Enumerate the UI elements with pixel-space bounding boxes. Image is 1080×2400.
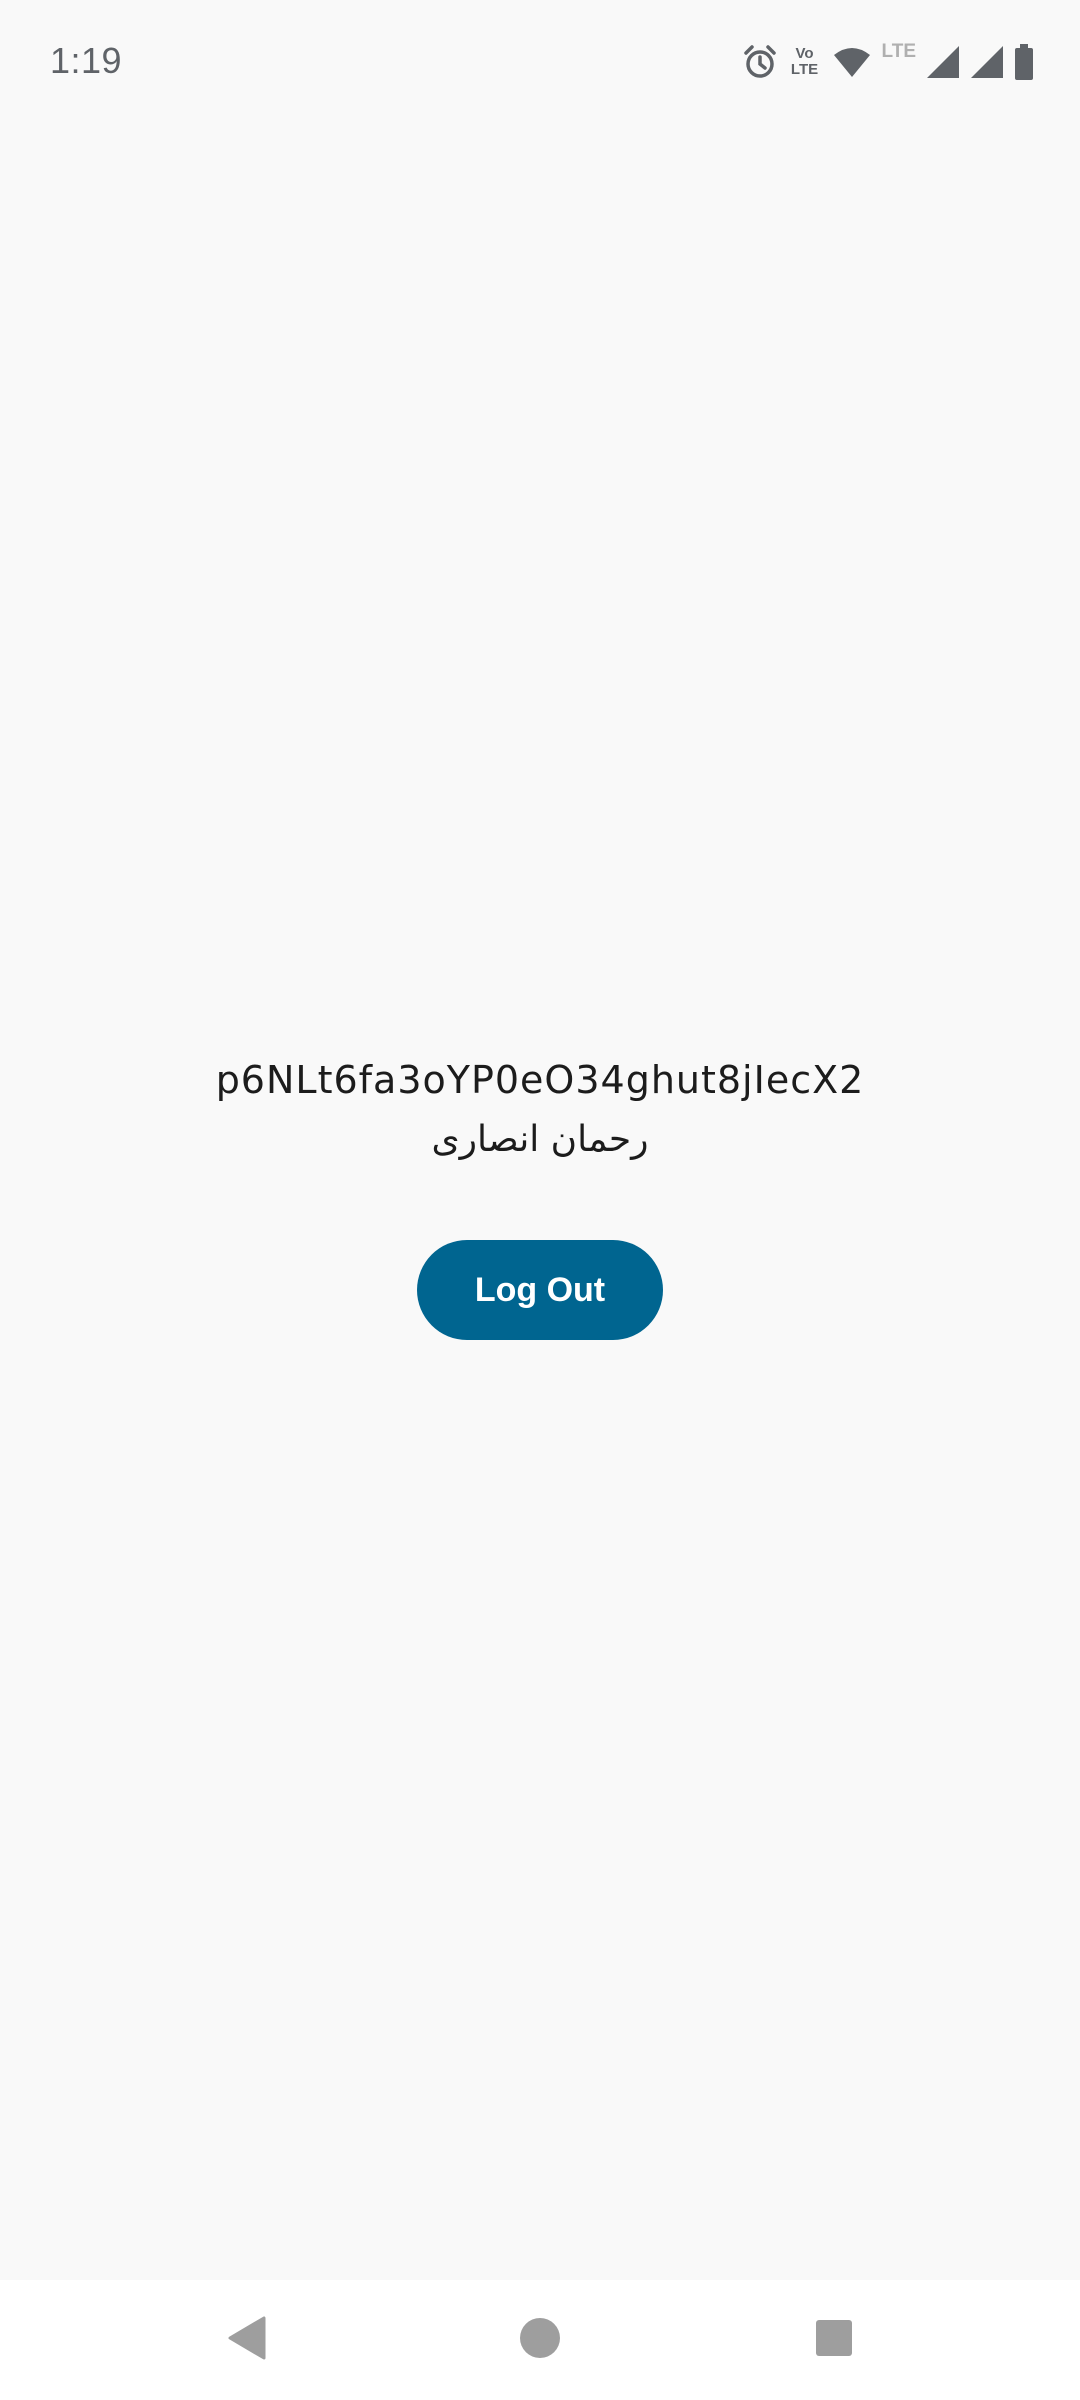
lte-icon: LTE [882,41,916,63]
status-icons: Vo LTE LTE [742,40,1034,84]
back-button[interactable] [186,2280,306,2400]
logout-button[interactable]: Log Out [417,1240,663,1340]
navigation-bar [0,2280,1080,2400]
volte-icon: Vo LTE [788,46,822,78]
signal-icon [926,45,960,79]
status-bar: 1:19 Vo LTE LTE [0,0,1080,126]
volte-label-top: Vo [795,45,814,62]
alarm-icon [742,44,778,80]
volte-label-bottom: LTE [790,61,819,78]
screen: 1:19 Vo LTE LTE p6NLt6fa3oYP0eO34ghut8jI… [0,0,1080,2400]
lte-label: LTE [881,41,916,62]
recents-button[interactable] [774,2280,894,2400]
profile-info: p6NLt6fa3oYP0eO34ghut8jIecX2 رحمان انصار… [0,1045,1080,1165]
back-icon [226,2316,266,2365]
user-id: p6NLt6fa3oYP0eO34ghut8jIecX2 [215,1058,865,1102]
user-display-name: رحمان انصاری [431,1119,649,1160]
home-button[interactable] [480,2280,600,2400]
signal-icon [970,45,1004,79]
wifi-icon [832,45,872,79]
status-time: 1:19 [50,40,123,81]
battery-icon [1014,44,1034,80]
home-icon [519,2317,561,2364]
recents-icon [815,2319,853,2362]
